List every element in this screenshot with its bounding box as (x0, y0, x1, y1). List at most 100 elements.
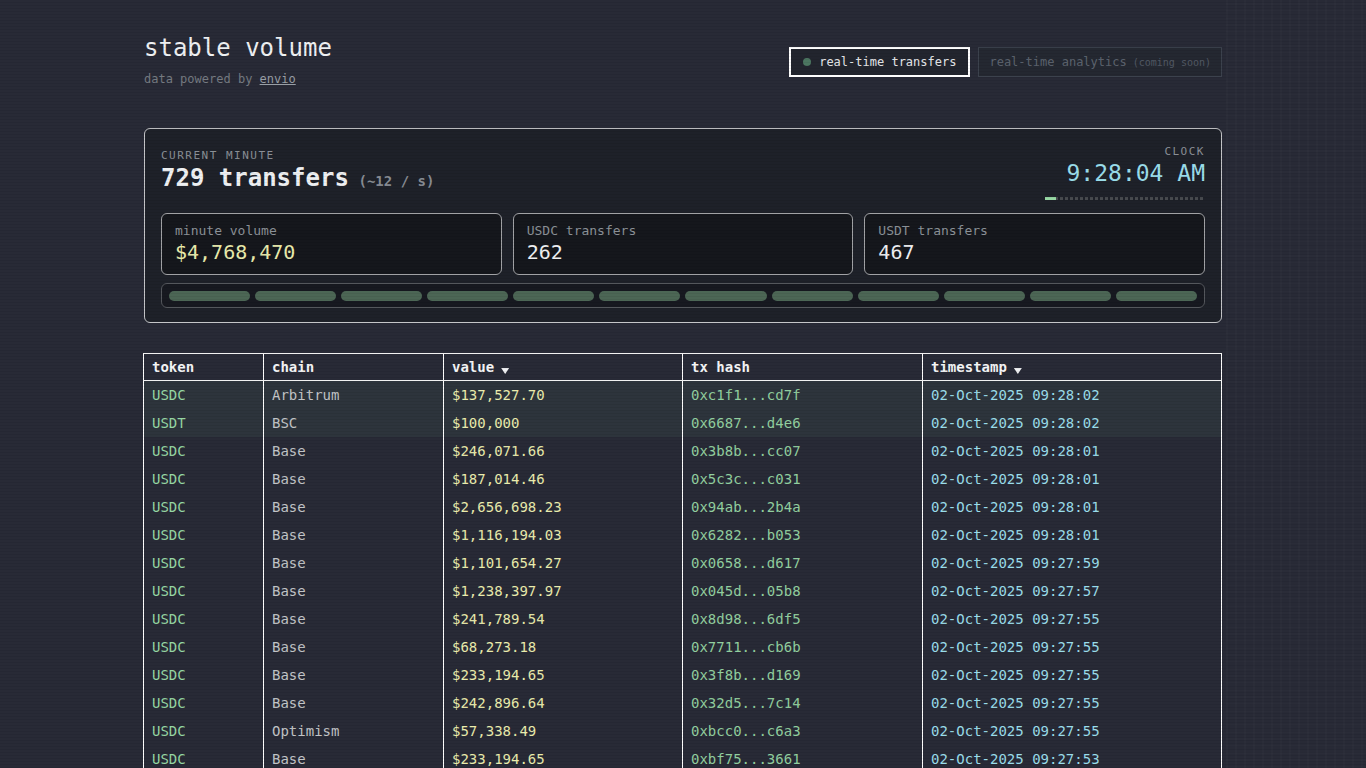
value-cell: $246,071.66 (444, 437, 683, 465)
timestamp-cell: 02-Oct-2025 09:27:55 (923, 633, 1222, 661)
token-cell: USDC (144, 689, 264, 717)
timestamp-cell: 02-Oct-2025 09:27:55 (923, 605, 1222, 633)
minute-volume-value: $4,768,470 (175, 240, 488, 264)
chain-cell: Base (264, 549, 444, 577)
transfers-count: 729 transfers (161, 164, 349, 192)
timestamp-cell: 02-Oct-2025 09:28:01 (923, 437, 1222, 465)
timestamp-cell: 02-Oct-2025 09:27:59 (923, 549, 1222, 577)
chain-cell: Base (264, 633, 444, 661)
activity-segment (255, 291, 336, 301)
panel-top: CURRENT MINUTE 729 transfers (~12 / s) C… (161, 145, 1205, 200)
tab-realtime-transfers[interactable]: real-time transfers (789, 47, 970, 77)
transfer-row: USDC Base $2,656,698.23 0x94ab...2b4a 02… (144, 493, 1222, 521)
tx-hash-link[interactable]: 0x94ab...2b4a (683, 493, 923, 521)
timestamp-cell: 02-Oct-2025 09:27:55 (923, 661, 1222, 689)
chain-cell: Base (264, 661, 444, 689)
page: stable volume data powered by envio real… (144, 0, 1222, 768)
activity-segments-bar (161, 283, 1205, 308)
clock-label: CLOCK (1045, 145, 1205, 158)
timestamp-cell: 02-Oct-2025 09:28:01 (923, 521, 1222, 549)
token-cell: USDC (144, 437, 264, 465)
token-cell: USDC (144, 577, 264, 605)
usdc-transfers-value: 262 (527, 240, 840, 264)
page-subtitle: data powered by envio (144, 72, 332, 86)
tx-hash-link[interactable]: 0xc1f1...cd7f (683, 381, 923, 410)
tab-analytics-label: real-time analytics (989, 55, 1126, 69)
sort-desc-icon-value: ▼ (501, 368, 509, 374)
activity-segment (772, 291, 853, 301)
envio-link[interactable]: envio (260, 72, 296, 86)
tx-hash-link[interactable]: 0x3f8b...d169 (683, 661, 923, 689)
tx-hash-link[interactable]: 0x0658...d617 (683, 549, 923, 577)
stat-boxes: minute volume $4,768,470 USDC transfers … (161, 213, 1205, 275)
chain-cell: Base (264, 493, 444, 521)
transfer-row: USDC Base $246,071.66 0x3b8b...cc07 02-O… (144, 437, 1222, 465)
transfer-row: USDC Optimism $57,338.49 0xbcc0...c6a3 0… (144, 717, 1222, 745)
transfer-row: USDC Base $1,116,194.03 0x6282...b053 02… (144, 521, 1222, 549)
activity-segment (1030, 291, 1111, 301)
transfer-row: USDC Base $187,014.46 0x5c3c...c031 02-O… (144, 465, 1222, 493)
tx-hash-link[interactable]: 0x6687...d4e6 (683, 409, 923, 437)
tx-hash-link[interactable]: 0x32d5...7c14 (683, 689, 923, 717)
activity-segment (685, 291, 766, 301)
token-cell: USDT (144, 409, 264, 437)
tab-analytics-note: (coming soon) (1133, 57, 1211, 68)
activity-segment (858, 291, 939, 301)
tx-hash-link[interactable]: 0x6282...b053 (683, 521, 923, 549)
transfers-rate: (~12 / s) (358, 173, 434, 189)
tx-hash-link[interactable]: 0x8d98...6df5 (683, 605, 923, 633)
value-cell: $1,238,397.97 (444, 577, 683, 605)
clock-block: CLOCK 9:28:04 AM (1045, 145, 1205, 200)
chain-cell: Base (264, 577, 444, 605)
timestamp-cell: 02-Oct-2025 09:27:57 (923, 577, 1222, 605)
value-cell: $2,656,698.23 (444, 493, 683, 521)
col-value-label: value (452, 359, 494, 375)
token-cell: USDC (144, 465, 264, 493)
stat-box-minute-volume: minute volume $4,768,470 (161, 213, 502, 275)
col-header-chain[interactable]: chain (264, 354, 444, 381)
token-cell: USDC (144, 661, 264, 689)
tx-hash-link[interactable]: 0x3b8b...cc07 (683, 437, 923, 465)
col-chain-label: chain (272, 359, 314, 375)
header-titles: stable volume data powered by envio (144, 36, 332, 86)
col-token-label: token (152, 359, 194, 375)
chain-cell: Base (264, 745, 444, 768)
timestamp-cell: 02-Oct-2025 09:28:02 (923, 409, 1222, 437)
value-cell: $57,338.49 (444, 717, 683, 745)
transfer-row: USDC Base $242,896.64 0x32d5...7c14 02-O… (144, 689, 1222, 717)
timestamp-cell: 02-Oct-2025 09:27:55 (923, 717, 1222, 745)
col-header-value[interactable]: value ▼ (444, 354, 683, 381)
transfer-row: USDT BSC $100,000 0x6687...d4e6 02-Oct-2… (144, 409, 1222, 437)
activity-segment (513, 291, 594, 301)
chain-cell: Base (264, 521, 444, 549)
chain-cell: Base (264, 437, 444, 465)
header: stable volume data powered by envio real… (144, 36, 1222, 86)
chain-cell: Optimism (264, 717, 444, 745)
tx-hash-link[interactable]: 0x045d...05b8 (683, 577, 923, 605)
transfers-count-line: 729 transfers (~12 / s) (161, 164, 434, 192)
value-cell: $137,527.70 (444, 381, 683, 410)
timestamp-cell: 02-Oct-2025 09:28:01 (923, 465, 1222, 493)
current-minute-panel: CURRENT MINUTE 729 transfers (~12 / s) C… (144, 128, 1222, 323)
transfer-row: USDC Base $233,194.65 0xbf75...3661 02-O… (144, 745, 1222, 768)
activity-segment (427, 291, 508, 301)
chain-cell: Arbitrum (264, 381, 444, 410)
tx-hash-link[interactable]: 0xbcc0...c6a3 (683, 717, 923, 745)
value-cell: $241,789.54 (444, 605, 683, 633)
value-cell: $233,194.65 (444, 745, 683, 768)
transfer-row: USDC Base $68,273.18 0x7711...cb6b 02-Oc… (144, 633, 1222, 661)
tx-hash-link[interactable]: 0x5c3c...c031 (683, 465, 923, 493)
value-cell: $1,101,654.27 (444, 549, 683, 577)
tx-hash-link[interactable]: 0x7711...cb6b (683, 633, 923, 661)
tx-hash-link[interactable]: 0xbf75...3661 (683, 745, 923, 768)
sort-desc-icon-timestamp: ▼ (1014, 368, 1022, 374)
tab-realtime-analytics[interactable]: real-time analytics (coming soon) (978, 47, 1222, 77)
activity-segment (169, 291, 250, 301)
col-timestamp-label: timestamp (931, 359, 1007, 375)
col-header-timestamp[interactable]: timestamp ▼ (923, 354, 1222, 381)
usdt-transfers-label: USDT transfers (878, 223, 1191, 238)
value-cell: $68,273.18 (444, 633, 683, 661)
transfer-row: USDC Arbitrum $137,527.70 0xc1f1...cd7f … (144, 381, 1222, 410)
col-header-tx-hash[interactable]: tx hash (683, 354, 923, 381)
col-header-token[interactable]: token (144, 354, 264, 381)
